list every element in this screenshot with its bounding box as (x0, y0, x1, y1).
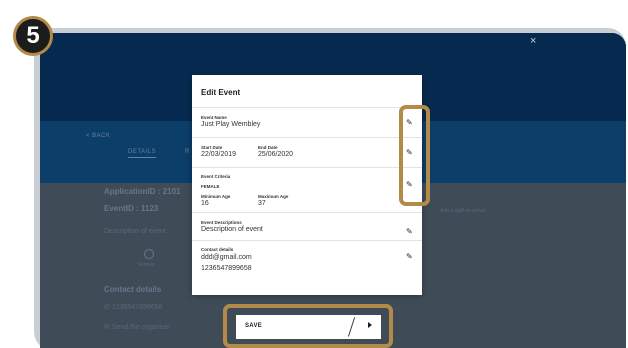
tutorial-screenshot: × < BACK DETAILS R ApplicationID : 2101 … (0, 0, 628, 348)
max-age-value: 37 (258, 200, 266, 207)
max-age-label: Maximum Age (258, 194, 289, 199)
edit-icons-highlight (399, 105, 430, 206)
gender-icon (144, 249, 154, 259)
min-age-label: Minimum Age (201, 194, 231, 199)
back-link[interactable]: < BACK (86, 133, 111, 139)
contact-phone: 1236547899658 (201, 265, 252, 272)
start-date-label: Start Date (201, 145, 223, 150)
background-description: Description of event (104, 228, 166, 235)
contact-section: Contact details ddd@gmail.com 1236547899… (192, 240, 422, 295)
phone-line: ✆ 1236547899658 (104, 304, 163, 311)
gender-value: FEMALE (201, 184, 220, 189)
event-name-value: Just Play Wembley (201, 121, 261, 128)
save-button-highlight (223, 304, 393, 348)
event-name-label: Event Name (201, 115, 227, 120)
step-badge: 5 (13, 16, 53, 56)
pencil-icon[interactable]: ✎ (406, 253, 414, 261)
description-value: Description of event (201, 226, 263, 233)
application-id: ApplicationID : 2101 (104, 187, 181, 196)
gender-label: Female (138, 262, 155, 268)
end-date-value: 25/06/2020 (258, 151, 294, 158)
tab-details[interactable]: DETAILS (128, 149, 157, 158)
end-date-label: End Date (258, 145, 278, 150)
email-line: ✉ Send the organiser (104, 324, 171, 331)
pencil-icon[interactable]: ✎ (406, 228, 414, 236)
event-name-section: Event Name Just Play Wembley ✎ (192, 107, 422, 137)
tab-other[interactable]: R (185, 149, 189, 155)
modal-title: Edit Event (201, 88, 241, 97)
background-phone: 1236547899658 (111, 304, 163, 311)
right-note: Add a staff on arrival (440, 208, 486, 214)
contact-email: ddd@gmail.com (201, 254, 252, 261)
dates-section: Start Date 22/03/2019 End Date 25/06/202… (192, 137, 422, 167)
edit-event-modal: Edit Event Event Name Just Play Wembley … (192, 75, 422, 295)
event-id: EventID : 1123 (104, 204, 159, 213)
contact-heading: Contact details (104, 285, 162, 294)
start-date-value: 22/03/2019 (201, 151, 237, 158)
min-age-value: 16 (201, 200, 209, 207)
close-icon[interactable]: × (530, 35, 536, 47)
descriptions-label: Event Descriptions (201, 220, 242, 225)
criteria-section: Event Criteria FEMALE Minimum Age 16 Max… (192, 167, 422, 212)
criteria-label: Event Criteria (201, 174, 231, 179)
description-section: Event Descriptions Description of event … (192, 212, 422, 240)
contact-label: Contact details (201, 247, 234, 252)
background-email: Send the organiser (111, 324, 171, 331)
